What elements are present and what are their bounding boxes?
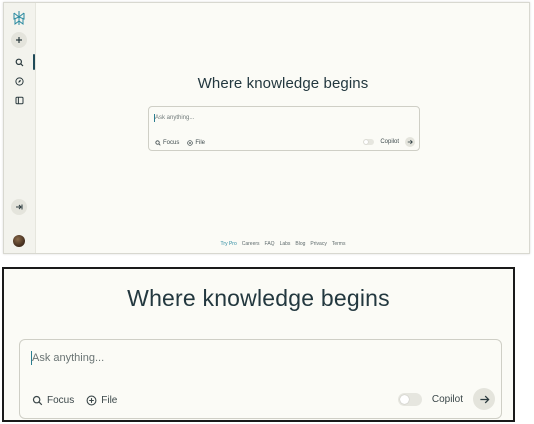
zoom-submit-button[interactable] xyxy=(473,388,495,410)
new-thread-button[interactable] xyxy=(11,32,27,48)
footer-link-terms[interactable]: Terms xyxy=(332,241,346,247)
ask-placeholder: Ask anything... xyxy=(155,115,195,121)
main-content: Where knowledge begins Ask anything... F… xyxy=(37,3,529,253)
zoom-ask-placeholder: Ask anything... xyxy=(32,352,105,364)
footer-link-try-pro[interactable]: Try Pro xyxy=(221,241,237,247)
ask-input[interactable]: Ask anything... Focus File Copilot xyxy=(148,106,420,151)
search-icon xyxy=(155,140,161,146)
app-window: Where knowledge begins Ask anything... F… xyxy=(3,2,530,254)
zoom-focus-button[interactable]: Focus xyxy=(32,395,74,406)
zoom-ask-input[interactable]: Ask anything... Focus File Copilot xyxy=(19,339,502,419)
footer-link-faq[interactable]: FAQ xyxy=(265,241,275,247)
collapse-icon xyxy=(16,204,23,210)
zoom-page-title: Where knowledge begins xyxy=(127,285,390,311)
zoom-copilot-label: Copilot xyxy=(431,393,463,405)
sidebar xyxy=(4,3,36,253)
logo-icon[interactable] xyxy=(11,10,27,26)
zoomed-view: Where knowledge begins Ask anything... F… xyxy=(2,267,515,422)
search-icon xyxy=(32,395,43,406)
zoom-focus-label: Focus xyxy=(47,395,75,406)
plus-icon xyxy=(16,37,22,43)
focus-button[interactable]: Focus xyxy=(155,140,179,146)
arrow-right-icon xyxy=(407,139,413,145)
submit-button[interactable] xyxy=(405,137,415,147)
footer-link-blog[interactable]: Blog xyxy=(295,241,305,247)
add-circle-icon xyxy=(187,140,194,146)
footer-link-labs[interactable]: Labs xyxy=(280,241,291,247)
zoom-ask-controls: Copilot xyxy=(397,388,495,410)
active-nav-indicator xyxy=(33,54,35,70)
footer-links: Try Pro Careers FAQ Labs Blog Privacy Te… xyxy=(37,241,529,247)
footer-link-privacy[interactable]: Privacy xyxy=(310,241,326,247)
library-icon xyxy=(15,96,23,104)
focus-label: Focus xyxy=(163,140,180,146)
page-title: Where knowledge begins xyxy=(197,75,369,92)
add-circle-icon xyxy=(86,395,97,406)
sidebar-item-discover[interactable] xyxy=(11,73,27,89)
avatar[interactable] xyxy=(13,235,25,247)
file-label: File xyxy=(195,140,206,146)
sidebar-item-library[interactable] xyxy=(11,92,27,108)
copilot-label: Copilot xyxy=(380,139,399,145)
zoom-file-button[interactable]: File xyxy=(86,395,117,406)
zoom-copilot-toggle[interactable] xyxy=(397,392,422,406)
copilot-toggle[interactable] xyxy=(363,139,375,145)
arrow-right-icon xyxy=(479,395,490,403)
zoom-file-label: File xyxy=(101,395,118,406)
footer-link-careers[interactable]: Careers xyxy=(242,241,260,247)
ask-tools: Focus File xyxy=(155,140,205,146)
search-icon xyxy=(15,58,23,66)
file-button[interactable]: File xyxy=(187,140,205,146)
collapse-sidebar-button[interactable] xyxy=(11,199,27,215)
compass-icon xyxy=(14,76,24,86)
zoom-ask-tools: Focus File xyxy=(32,395,117,406)
ask-controls: Copilot xyxy=(363,137,415,147)
sidebar-item-search[interactable] xyxy=(11,54,27,70)
